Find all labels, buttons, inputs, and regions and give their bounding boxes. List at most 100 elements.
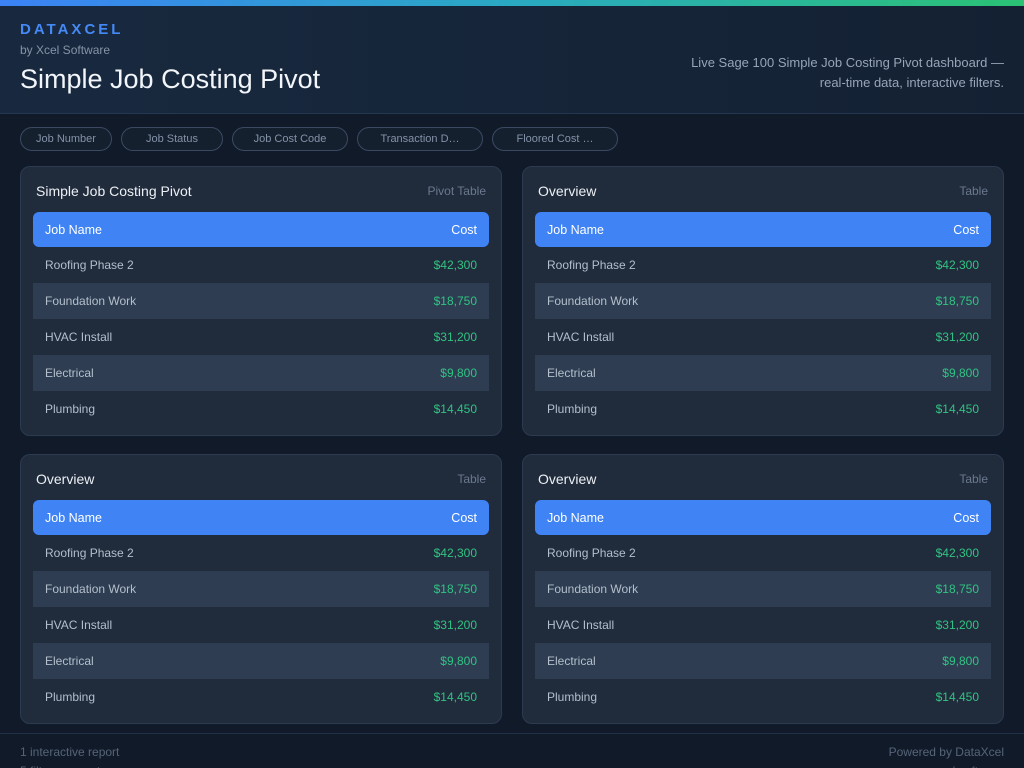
cost-cell: $42,300 <box>936 546 979 560</box>
job-name-cell: Electrical <box>547 654 596 668</box>
column-header-job-name[interactable]: Job Name <box>547 511 604 525</box>
cost-cell: $18,750 <box>434 582 477 596</box>
cost-cell: $31,200 <box>434 330 477 344</box>
table-body: Roofing Phase 2 $42,300 Foundation Work … <box>33 535 489 715</box>
report-card: Overview Table Job Name Cost Roofing Pha… <box>522 454 1004 724</box>
card-header: Overview Table <box>33 467 489 500</box>
table-row[interactable]: HVAC Install $31,200 <box>535 607 991 643</box>
job-name-cell: Roofing Phase 2 <box>45 546 134 560</box>
card-title: Simple Job Costing Pivot <box>36 183 192 199</box>
job-name-cell: Plumbing <box>547 690 597 704</box>
column-header-job-name[interactable]: Job Name <box>547 223 604 237</box>
column-header-job-name[interactable]: Job Name <box>45 223 102 237</box>
table-row[interactable]: Plumbing $14,450 <box>33 391 489 427</box>
table-row[interactable]: Electrical $9,800 <box>33 643 489 679</box>
table-row[interactable]: Electrical $9,800 <box>535 355 991 391</box>
report-card: Overview Table Job Name Cost Roofing Pha… <box>522 166 1004 436</box>
footer-report-count: 1 interactive report <box>20 743 119 762</box>
footer-summary: 1 interactive report 5 filter parameters <box>20 743 119 768</box>
table-header-row: Job Name Cost <box>535 212 991 247</box>
footer-website: xcel.software <box>889 762 1004 768</box>
column-header-cost[interactable]: Cost <box>451 511 477 525</box>
cost-cell: $14,450 <box>434 402 477 416</box>
filter-chip[interactable]: Job Status <box>121 127 223 151</box>
table-row[interactable]: Plumbing $14,450 <box>535 679 991 715</box>
job-name-cell: Roofing Phase 2 <box>45 258 134 272</box>
table-row[interactable]: Foundation Work $18,750 <box>535 283 991 319</box>
filter-chip[interactable]: Transaction D… <box>357 127 483 151</box>
table-row[interactable]: Electrical $9,800 <box>535 643 991 679</box>
report-card: Simple Job Costing Pivot Pivot Table Job… <box>20 166 502 436</box>
cost-cell: $42,300 <box>434 258 477 272</box>
cost-cell: $18,750 <box>434 294 477 308</box>
table-header-row: Job Name Cost <box>535 500 991 535</box>
job-name-cell: Roofing Phase 2 <box>547 258 636 272</box>
header-tagline: Live Sage 100 Simple Job Costing Pivot d… <box>691 53 1004 93</box>
table-row[interactable]: Foundation Work $18,750 <box>535 571 991 607</box>
card-type-badge: Table <box>457 472 486 486</box>
job-name-cell: HVAC Install <box>547 330 614 344</box>
table-row[interactable]: HVAC Install $31,200 <box>33 319 489 355</box>
table-row[interactable]: Foundation Work $18,750 <box>33 283 489 319</box>
cost-cell: $9,800 <box>942 654 979 668</box>
table-row[interactable]: Foundation Work $18,750 <box>33 571 489 607</box>
footer-filter-count: 5 filter parameters <box>20 762 119 768</box>
column-header-cost[interactable]: Cost <box>953 223 979 237</box>
table-row[interactable]: Electrical $9,800 <box>33 355 489 391</box>
job-name-cell: Foundation Work <box>547 582 638 596</box>
job-name-cell: Electrical <box>45 366 94 380</box>
dashboard-grid: Simple Job Costing Pivot Pivot Table Job… <box>0 151 1024 724</box>
cost-cell: $42,300 <box>434 546 477 560</box>
card-title: Overview <box>538 183 596 199</box>
table-row[interactable]: Plumbing $14,450 <box>33 679 489 715</box>
job-name-cell: Foundation Work <box>45 582 136 596</box>
cost-cell: $31,200 <box>936 330 979 344</box>
card-header: Simple Job Costing Pivot Pivot Table <box>33 179 489 212</box>
header-tagline-line2: real-time data, interactive filters. <box>691 73 1004 93</box>
cost-cell: $9,800 <box>942 366 979 380</box>
cost-cell: $9,800 <box>440 366 477 380</box>
table-header-row: Job Name Cost <box>33 212 489 247</box>
app-footer: 1 interactive report 5 filter parameters… <box>0 733 1024 768</box>
card-header: Overview Table <box>535 179 991 212</box>
job-name-cell: Roofing Phase 2 <box>547 546 636 560</box>
filter-chip-bar: Job Number Job Status Job Cost Code Tran… <box>0 114 1024 151</box>
column-header-cost[interactable]: Cost <box>953 511 979 525</box>
table-row[interactable]: HVAC Install $31,200 <box>33 607 489 643</box>
column-header-cost[interactable]: Cost <box>451 223 477 237</box>
job-name-cell: HVAC Install <box>547 618 614 632</box>
table-body: Roofing Phase 2 $42,300 Foundation Work … <box>535 535 991 715</box>
report-card: Overview Table Job Name Cost Roofing Pha… <box>20 454 502 724</box>
job-name-cell: Plumbing <box>45 402 95 416</box>
card-header: Overview Table <box>535 467 991 500</box>
cost-cell: $31,200 <box>434 618 477 632</box>
cost-cell: $18,750 <box>936 294 979 308</box>
card-title: Overview <box>36 471 94 487</box>
job-name-cell: Electrical <box>547 366 596 380</box>
table-header-row: Job Name Cost <box>33 500 489 535</box>
filter-chip[interactable]: Job Cost Code <box>232 127 348 151</box>
card-type-badge: Table <box>959 472 988 486</box>
cost-cell: $31,200 <box>936 618 979 632</box>
header-tagline-line1: Live Sage 100 Simple Job Costing Pivot d… <box>691 53 1004 73</box>
job-name-cell: Foundation Work <box>547 294 638 308</box>
cost-cell: $42,300 <box>936 258 979 272</box>
cost-cell: $9,800 <box>440 654 477 668</box>
table-row[interactable]: Roofing Phase 2 $42,300 <box>33 247 489 283</box>
job-name-cell: Foundation Work <box>45 294 136 308</box>
table-row[interactable]: Roofing Phase 2 $42,300 <box>535 535 991 571</box>
cost-cell: $14,450 <box>434 690 477 704</box>
filter-chip[interactable]: Job Number <box>20 127 112 151</box>
column-header-job-name[interactable]: Job Name <box>45 511 102 525</box>
cost-cell: $18,750 <box>936 582 979 596</box>
table-body: Roofing Phase 2 $42,300 Foundation Work … <box>33 247 489 427</box>
table-row[interactable]: Roofing Phase 2 $42,300 <box>535 247 991 283</box>
footer-powered-by: Powered by DataXcel <box>889 743 1004 762</box>
table-row[interactable]: HVAC Install $31,200 <box>535 319 991 355</box>
footer-credit: Powered by DataXcel xcel.software <box>889 743 1004 768</box>
table-row[interactable]: Plumbing $14,450 <box>535 391 991 427</box>
filter-chip[interactable]: Floored Cost … <box>492 127 618 151</box>
table-row[interactable]: Roofing Phase 2 $42,300 <box>33 535 489 571</box>
card-type-badge: Pivot Table <box>428 184 486 198</box>
brand-logo: DATAXCEL <box>20 21 1004 38</box>
